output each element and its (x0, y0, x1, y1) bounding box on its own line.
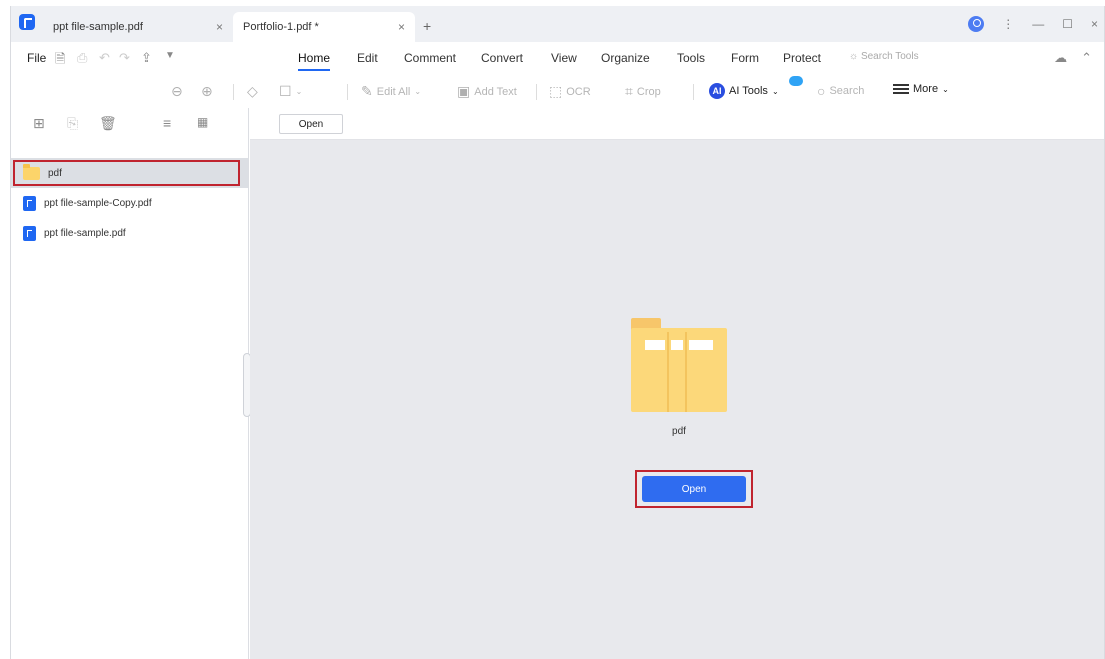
menu-edit[interactable]: Edit (357, 51, 378, 65)
list-item[interactable]: ppt file-sample-Copy.pdf (11, 188, 248, 218)
search-button[interactable]: ○ Search (817, 83, 864, 99)
minimize-button[interactable]: — (1032, 17, 1044, 31)
menu-tools[interactable]: Tools (677, 51, 705, 65)
folder-name-label: pdf (672, 426, 686, 437)
search-tools-label: Search Tools (860, 51, 919, 62)
preview-toolbar: Open (250, 108, 1104, 140)
menu-bar: File 🗎 ⎙ ↶ ↷ ⇪ ▼ Home Edit Comment Conve… (11, 42, 1104, 74)
zoom-out-icon[interactable]: ⊖ (171, 83, 183, 100)
pdf-file-icon (23, 195, 36, 211)
window-controls: ⋮ — ☐ × (968, 16, 1098, 32)
list-item[interactable]: pdf (11, 158, 248, 188)
add-text-button[interactable]: ▣ Add Text (457, 83, 517, 100)
pencil-icon: ✎ (361, 83, 373, 99)
app-logo-icon (19, 14, 35, 30)
share-icon[interactable]: ⇪ (141, 50, 152, 66)
separator (347, 84, 348, 100)
cloud-upload-icon[interactable]: ☁ (1054, 50, 1067, 66)
tab-ppt-file-sample[interactable]: ppt file-sample.pdf × (43, 12, 233, 42)
crop-icon: ⌗ (625, 83, 633, 99)
ocr-button[interactable]: ⬚ OCR (549, 83, 591, 100)
menu-lines-icon (893, 84, 909, 94)
menu-protect[interactable]: Protect (783, 51, 821, 65)
ocr-icon: ⬚ (549, 83, 563, 99)
tab-portfolio[interactable]: Portfolio-1.pdf * × (233, 12, 415, 42)
menu-organize[interactable]: Organize (601, 51, 650, 65)
ribbon-toolbar: ⊖ ⊕ ◇ ☐ ⌄ ✎ Edit All ⌄ ▣ Add Text ⬚ OCR ⌗ Crop… (11, 74, 1104, 108)
shape-dropdown[interactable]: ☐ ⌄ (279, 83, 302, 100)
menu-home[interactable]: Home (298, 51, 331, 71)
menu-view[interactable]: View (551, 51, 577, 65)
folder-icon (23, 163, 40, 180)
list-item-label: ppt file-sample-Copy.pdf (44, 197, 152, 209)
sidebar-toolbar: ⊞ ⎘ 🗑 ≡ ▦ (11, 108, 248, 140)
customize-toolbar-icon[interactable]: ▼ (165, 50, 175, 61)
close-icon[interactable]: × (398, 20, 405, 34)
tab-label: Portfolio-1.pdf * (243, 21, 319, 33)
tab-label: ppt file-sample.pdf (53, 21, 143, 33)
save-icon[interactable]: 🗎 (55, 50, 65, 72)
undo-icon[interactable]: ↶ (99, 50, 110, 66)
menu-comment[interactable]: Comment (404, 51, 456, 65)
maximize-button[interactable]: ☐ (1062, 17, 1073, 31)
collapse-ribbon-icon[interactable]: ⌃ (1081, 50, 1092, 66)
user-avatar-icon[interactable] (968, 16, 985, 32)
menu-convert[interactable]: Convert (481, 51, 523, 65)
preview-area: Open pdf Open (250, 108, 1104, 659)
more-button[interactable]: More ⌄ (893, 83, 949, 95)
more-options-icon[interactable]: ⋮ (1002, 17, 1014, 31)
grid-view-icon[interactable]: ▦ (197, 115, 208, 129)
list-view-icon[interactable]: ≡ (163, 115, 171, 131)
list-item-label: pdf (48, 167, 62, 179)
close-icon[interactable]: × (216, 20, 223, 34)
add-file-icon[interactable]: ⊞ (33, 115, 45, 132)
add-tab-button[interactable]: + (423, 18, 431, 34)
redo-icon[interactable]: ↷ (119, 50, 130, 66)
text-box-icon: ▣ (457, 83, 471, 99)
ai-icon: AI (709, 83, 725, 99)
ai-tools-button[interactable]: AI AI Tools ⌄ (709, 83, 779, 99)
new-badge-icon (789, 76, 803, 86)
edit-all-button[interactable]: ✎ Edit All ⌄ (361, 83, 421, 100)
separator (693, 84, 694, 100)
crop-button[interactable]: ⌗ Crop (625, 83, 661, 100)
file-list: pdf ppt file-sample-Copy.pdf ppt file-sa… (11, 158, 248, 248)
search-icon: ○ (817, 83, 826, 99)
folder-preview-icon (631, 318, 727, 412)
close-window-button[interactable]: × (1091, 17, 1098, 31)
delete-icon[interactable]: 🗑 (99, 115, 117, 132)
highlight-icon[interactable]: ◇ (247, 83, 258, 100)
lightbulb-icon: ☼ (849, 51, 859, 62)
print-icon[interactable]: ⎙ (77, 50, 87, 66)
list-item[interactable]: ppt file-sample.pdf (11, 218, 248, 248)
file-menu[interactable]: File (27, 51, 46, 65)
open-button[interactable]: Open (642, 476, 746, 502)
title-bar: ppt file-sample.pdf × Portfolio-1.pdf * … (11, 6, 1104, 42)
separator (536, 84, 537, 100)
menubar-right-icons: ☁ ⌃ (1054, 50, 1092, 66)
list-item-label: ppt file-sample.pdf (44, 227, 126, 239)
separator (233, 84, 234, 100)
menu-form[interactable]: Form (731, 51, 759, 65)
file-sidebar: ⊞ ⎘ 🗑 ≡ ▦ pdf ppt file-sample-Copy.pdf p… (11, 108, 251, 659)
pdf-file-icon (23, 225, 36, 241)
search-tools-field[interactable]: ☼ Search Tools (849, 51, 919, 62)
open-toolbar-button[interactable]: Open (279, 114, 343, 134)
zoom-in-icon[interactable]: ⊕ (201, 83, 213, 100)
app-window: ppt file-sample.pdf × Portfolio-1.pdf * … (10, 6, 1105, 659)
extract-icon[interactable]: ⎘ (67, 115, 78, 132)
